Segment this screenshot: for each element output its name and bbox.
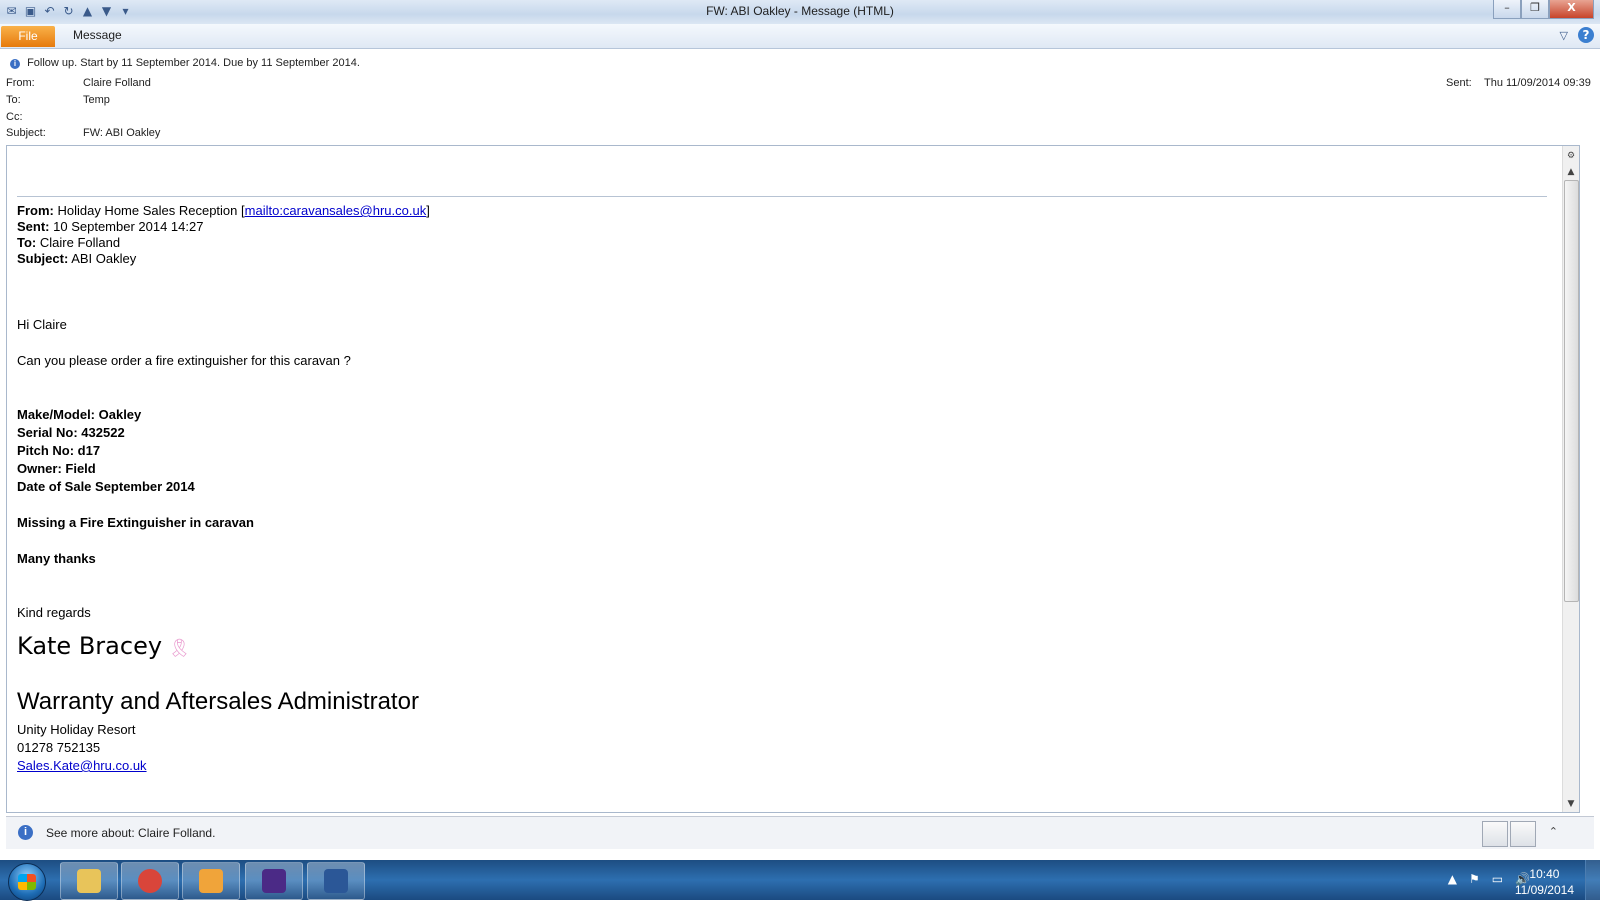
pitch-number: Pitch No: d17 [17, 443, 101, 458]
to-label: To: [6, 94, 21, 106]
follow-up-text: Follow up. Start by 11 September 2014. D… [27, 57, 360, 69]
clock[interactable]: 10:40 11/09/2014 [1515, 866, 1574, 898]
fwd-from-label: From: [17, 203, 54, 218]
signature-email: Sales.Kate@hru.co.uk [17, 758, 147, 773]
sent-label: Sent: [1446, 77, 1472, 89]
ribbon: File Message ▽ ? [0, 24, 1600, 49]
taskbar: ▲ ⚑ ▭ 🔊 10:40 11/09/2014 [0, 860, 1600, 901]
missing-note: Missing a Fire Extinguisher in caravan [17, 515, 254, 530]
action-center-flag-icon[interactable]: ⚑ [1469, 872, 1480, 886]
from-value[interactable]: Claire Folland [83, 77, 151, 89]
calendar-app-icon [262, 869, 286, 893]
show-desktop-button[interactable] [1585, 860, 1600, 900]
fwd-sent-label: Sent: [17, 219, 50, 234]
taskbar-outlook[interactable] [182, 862, 240, 900]
close-button[interactable]: X [1549, 0, 1594, 19]
explorer-icon [77, 869, 101, 893]
help-icon[interactable]: ? [1578, 27, 1594, 43]
owner: Owner: Field [17, 461, 96, 476]
subject-label: Subject: [6, 127, 46, 139]
taskbar-chrome[interactable] [121, 862, 179, 900]
signature-email-link[interactable]: Sales.Kate@hru.co.uk [17, 758, 147, 773]
restore-button[interactable]: ❐ [1521, 0, 1549, 19]
fwd-subject-label: Subject: [17, 251, 69, 266]
taskbar-word[interactable] [307, 862, 365, 900]
start-button[interactable] [8, 863, 46, 901]
signature-company: Unity Holiday Resort [17, 722, 136, 737]
signature-title: Warranty and Aftersales Administrator [17, 688, 419, 715]
show-hidden-icons-icon[interactable]: ▲ [1448, 872, 1457, 886]
contact-photo[interactable] [1510, 821, 1536, 847]
awareness-ribbon-icon: 🎗 [168, 638, 191, 659]
clock-date: 11/09/2014 [1514, 883, 1574, 897]
fwd-subject-line: Subject: ABI Oakley [17, 251, 136, 266]
title-bar: ✉ ▣ ↶ ↻ ▲ ▼ ▾ FW: ABI Oakley - Message (… [0, 0, 1600, 24]
minimize-button[interactable]: – [1493, 0, 1521, 19]
fwd-sent-line: Sent: 10 September 2014 14:27 [17, 219, 203, 234]
to-value[interactable]: Temp [83, 94, 110, 106]
people-pane-text[interactable]: See more about: Claire Folland. [46, 826, 215, 840]
fwd-subject-value: ABI Oakley [71, 251, 137, 266]
forwarded-header: From: Holiday Home Sales Reception [mail… [17, 196, 1547, 269]
fwd-to-label: To: [17, 235, 37, 250]
signature-name: Kate Bracey 🎗 [17, 632, 191, 660]
message-header: i Follow up. Start by 11 September 2014.… [0, 49, 1600, 145]
windows-logo-icon [18, 874, 36, 890]
date-of-sale: Date of Sale September 2014 [17, 479, 195, 494]
chrome-icon [138, 869, 162, 893]
people-pane: i See more about: Claire Folland. ⌃ [6, 816, 1594, 849]
outlook-task-icon [199, 869, 223, 893]
taskbar-explorer[interactable] [60, 862, 118, 900]
info-icon: i [10, 59, 20, 69]
fwd-from-line: From: Holiday Home Sales Reception [mail… [17, 203, 430, 218]
scroll-settings-icon[interactable]: ⚙ [1565, 150, 1577, 162]
fwd-to-value: Claire Folland [39, 235, 121, 250]
taskbar-calendar-app[interactable] [245, 862, 303, 900]
scroll-up-button[interactable]: ▲ [1565, 166, 1577, 178]
signature-phone: 01278 752135 [17, 740, 101, 755]
request-text: Can you please order a fire extinguisher… [17, 353, 351, 368]
fwd-to-line: To: Claire Folland [17, 235, 120, 250]
fwd-sent-value: 10 September 2014 14:27 [53, 219, 204, 234]
serial-number: Serial No: 432522 [17, 425, 125, 440]
fwd-from-name: Holiday Home Sales Reception [57, 203, 238, 218]
signature-name-text: Kate Bracey [17, 632, 163, 660]
info-icon: i [18, 825, 33, 840]
subject-value: FW: ABI Oakley [83, 127, 161, 139]
kind-regards: Kind regards [17, 605, 91, 620]
window-controls: – ❐ X [1493, 0, 1594, 19]
network-icon[interactable]: ▭ [1492, 872, 1503, 886]
scroll-down-button[interactable]: ▼ [1565, 798, 1577, 810]
make-model: Make/Model: Oakley [17, 407, 142, 422]
word-icon [324, 869, 348, 893]
minimize-ribbon-icon[interactable]: ▽ [1560, 29, 1568, 42]
greeting: Hi Claire [17, 317, 67, 332]
message-tab[interactable]: Message [73, 28, 122, 42]
message-body[interactable]: From: Holiday Home Sales Reception [mail… [6, 145, 1580, 813]
scroll-thumb[interactable] [1564, 180, 1579, 602]
ribbon-right-controls: ▽ ? [1560, 27, 1594, 43]
sent-value: Thu 11/09/2014 09:39 [1484, 77, 1591, 89]
vertical-scrollbar[interactable]: ⚙ ▲ ▼ [1562, 146, 1579, 812]
fwd-from-link[interactable]: mailto:caravansales@hru.co.uk [245, 203, 427, 218]
window-title: FW: ABI Oakley - Message (HTML) [706, 4, 894, 18]
clock-time: 10:40 [1529, 867, 1560, 881]
from-label: From: [6, 77, 35, 89]
contact-photo[interactable] [1482, 821, 1508, 847]
cc-label: Cc: [6, 111, 23, 123]
thanks: Many thanks [17, 551, 96, 566]
file-tab[interactable]: File [1, 26, 55, 47]
follow-up-banner: i Follow up. Start by 11 September 2014.… [10, 57, 360, 69]
collapse-people-pane-icon[interactable]: ⌃ [1549, 825, 1558, 838]
